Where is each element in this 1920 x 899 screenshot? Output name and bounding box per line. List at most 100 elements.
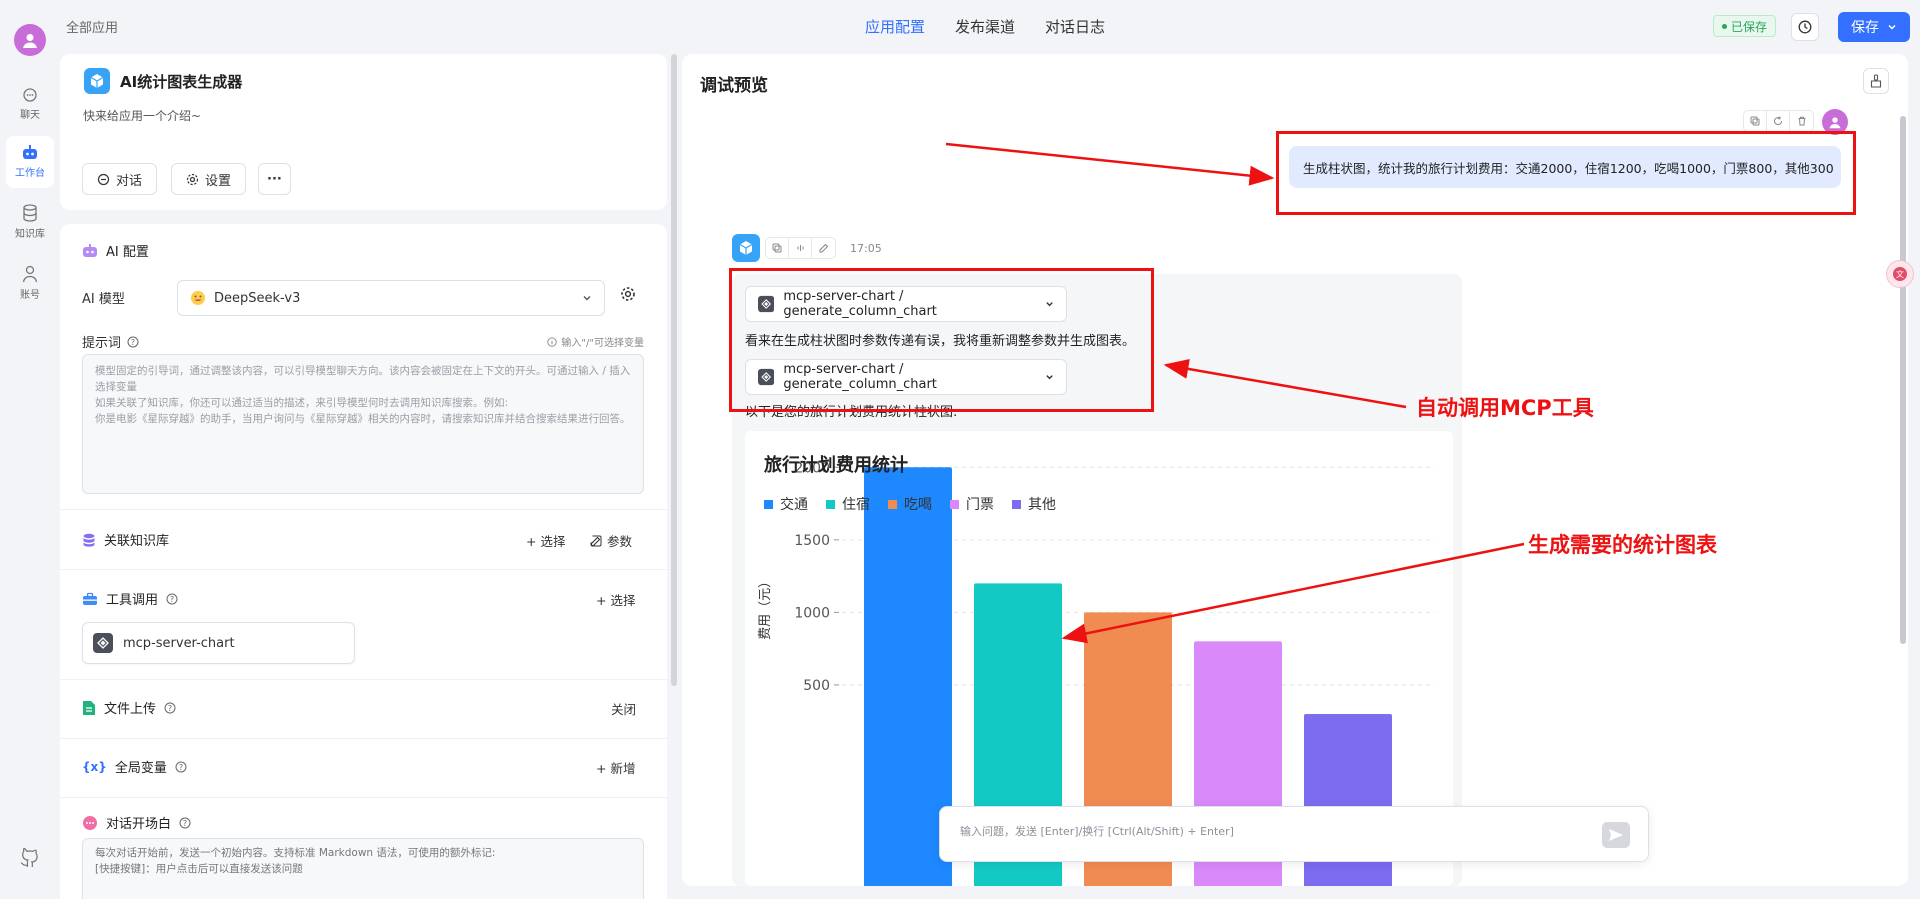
left-scrollbar[interactable] (671, 54, 677, 686)
translate-icon: 文 (1893, 267, 1907, 281)
file-upload-title: 文件上传 (104, 702, 157, 717)
help-icon[interactable]: ? (164, 702, 176, 714)
delete-icon[interactable] (1790, 111, 1813, 131)
prompt-textarea[interactable]: 模型固定的引导词，通过调整该内容，可以引导模型聊天方向。该内容会被固定在上下文的… (82, 354, 644, 494)
github-icon (20, 847, 38, 868)
nav-item-workbench[interactable]: 工作台 (6, 136, 54, 188)
annotation-box-user-message (1276, 131, 1856, 215)
tab-app-config[interactable]: 应用配置 (865, 16, 925, 37)
kb-params-button[interactable]: 参数 (590, 531, 632, 550)
global-vars-add-button[interactable]: + 新增 (596, 758, 635, 777)
chat-input-box (939, 806, 1649, 862)
legend-item[interactable]: 住宿 (826, 494, 870, 514)
ai-config-section: AI 配置 (82, 241, 149, 260)
nav-item-account[interactable]: 账号 (6, 257, 54, 309)
legend-label: 交通 (780, 497, 808, 513)
file-upload-section: 文件上传 ? (82, 698, 176, 717)
chevron-down-icon (1888, 24, 1896, 30)
legend-label: 门票 (966, 497, 994, 513)
opener-title: 对话开场白 (106, 817, 172, 832)
copy-icon[interactable] (766, 238, 789, 258)
annotation-label-mcp: 自动调用MCP工具 (1416, 396, 1594, 420)
clear-chat-button[interactable] (1863, 68, 1889, 94)
gear-icon (186, 173, 199, 185)
history-button[interactable] (1791, 13, 1819, 41)
nav-item-chat[interactable]: 聊天 (6, 78, 54, 130)
settings-button-label: 设置 (205, 173, 232, 189)
retry-icon[interactable] (1767, 111, 1790, 131)
tool-chip-mcp-server-chart[interactable]: mcp-server-chart (82, 622, 355, 664)
translate-button[interactable]: 文 (1886, 260, 1914, 288)
send-button[interactable] (1602, 822, 1630, 848)
app-info-card: AI统计图表生成器 快来给应用一个介绍~ 对话 设置 ··· (60, 54, 667, 210)
copy-icon[interactable] (1744, 111, 1767, 131)
kb-select-button[interactable]: + 选择 (526, 531, 565, 550)
prompt-label: 提示词 ? (82, 332, 139, 351)
bot-avatar (732, 234, 760, 262)
opener-textarea[interactable]: 每次对话开始前，发送一个初始内容。支持标准 Markdown 语法，可使用的额外… (82, 838, 644, 899)
legend-item[interactable]: 其他 (1012, 494, 1056, 514)
divider (60, 569, 667, 570)
help-icon[interactable]: ? (166, 593, 178, 605)
speaker-icon[interactable] (789, 238, 812, 258)
y-tick-label: 1000 (794, 605, 830, 621)
chat-button-label: 对话 (116, 173, 143, 189)
settings-button[interactable]: 设置 (171, 163, 247, 195)
nav-item-label: 工作台 (15, 168, 45, 179)
app-name[interactable]: AI统计图表生成器 (120, 71, 242, 92)
config-card: AI 配置 AI 模型 DeepSeek-v3 提示词 ? 输入"/"可选择变量… (60, 224, 667, 899)
preview-title: 调试预览 (700, 76, 768, 96)
tool-chip-label: mcp-server-chart (123, 635, 235, 651)
left-rail: 聊天 工作台 知识库 账号 (0, 0, 60, 899)
breadcrumb[interactable]: 全部应用 (66, 17, 118, 36)
file-upload-state[interactable]: 关闭 (611, 699, 636, 718)
help-icon[interactable]: ? (179, 817, 191, 829)
legend-item[interactable]: 交通 (764, 494, 808, 514)
tab-chat-logs[interactable]: 对话日志 (1045, 16, 1105, 37)
legend-label: 吃喝 (904, 497, 932, 513)
ai-model-select[interactable]: DeepSeek-v3 (177, 280, 605, 316)
github-link[interactable] (20, 847, 40, 872)
y-axis-label: 费用（元） (758, 575, 773, 640)
annotation-box-tool-calls (729, 268, 1154, 412)
legend-swatch (888, 499, 897, 509)
chat-button[interactable]: 对话 (82, 163, 158, 195)
svg-text:?: ? (168, 704, 172, 713)
more-button[interactable]: ··· (258, 163, 291, 195)
robot-icon (83, 243, 97, 257)
save-button[interactable]: 保存 (1838, 12, 1910, 42)
help-icon[interactable]: ? (127, 336, 139, 348)
chevron-down-icon (583, 296, 591, 301)
send-icon (1609, 829, 1623, 841)
nav-item-label: 知识库 (15, 229, 45, 240)
model-settings-button[interactable] (620, 286, 636, 306)
more-icon: ··· (267, 171, 282, 187)
help-icon[interactable]: ? (175, 761, 187, 773)
global-vars-section: {x} 全局变量 ? (82, 757, 187, 776)
svg-text:?: ? (131, 338, 135, 347)
saved-status-badge: 已保存 (1713, 15, 1777, 37)
legend-item[interactable]: 吃喝 (888, 494, 932, 514)
nav-item-knowledge[interactable]: 知识库 (6, 196, 54, 248)
mcp-icon (93, 633, 113, 653)
account-avatar[interactable] (14, 24, 46, 56)
app-logo-icon (84, 68, 110, 94)
saved-status-label: 已保存 (1731, 19, 1768, 34)
tab-publish[interactable]: 发布渠道 (955, 16, 1015, 37)
status-dot (1722, 23, 1727, 29)
chat-input[interactable] (960, 825, 1560, 838)
divider (60, 679, 667, 680)
ai-config-title: AI 配置 (106, 245, 149, 260)
tools-select-button[interactable]: + 选择 (596, 590, 635, 609)
prompt-label-text: 提示词 (82, 336, 122, 351)
knowledge-section: 关联知识库 (82, 530, 169, 549)
top-bar: 全部应用 应用配置 发布渠道 对话日志 已保存 保存 (60, 0, 1920, 52)
edit-icon[interactable] (812, 238, 835, 258)
legend-item[interactable]: 门票 (950, 494, 994, 514)
divider (60, 738, 667, 739)
chart-title: 旅行计划费用统计 (764, 455, 908, 476)
right-scrollbar[interactable] (1900, 116, 1906, 644)
app-intro[interactable]: 快来给应用一个介绍~ (83, 107, 201, 124)
top-tabs: 应用配置 发布渠道 对话日志 (865, 16, 1105, 37)
legend-swatch (950, 499, 959, 509)
